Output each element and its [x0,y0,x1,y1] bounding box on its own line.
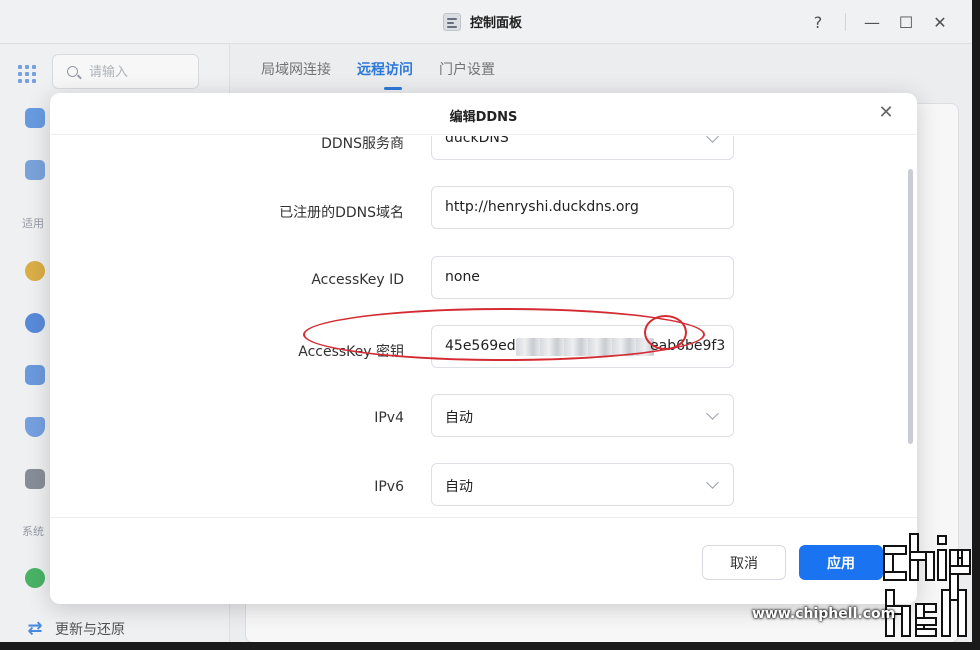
dialog-footer: 取消 应用 [50,517,917,604]
dialog-title: 编辑DDNS [449,110,518,125]
annotation-highlight-chevron [644,315,687,350]
ipv4-value: 自动 [445,410,473,426]
control-panel-window: 控制面板 ? — ☐ ✕ 适用 系统 ⇄ 更新与还原 局域网连接 [0,0,972,642]
chevron-down-icon [706,476,719,489]
ipv6-value: 自动 [445,479,473,495]
close-icon[interactable]: ✕ [876,103,896,123]
provider-select[interactable]: duckDNS [431,136,734,160]
dialog-scrollbar[interactable] [906,136,914,517]
dialog-header: 编辑DDNS ✕ [50,93,917,135]
domain-value: http://henryshi.duckdns.org [445,199,639,215]
access-key-id-label: AccessKey ID [311,272,404,288]
watermark-text: www.chiphell.com [752,606,896,622]
chevron-down-icon [706,136,719,143]
ipv6-select[interactable]: 自动 [431,463,734,506]
chiphell-logo [883,533,971,637]
access-key-id-input[interactable]: none [431,256,734,299]
ipv6-label: IPv6 [374,479,404,495]
ipv4-select[interactable]: 自动 [431,394,734,437]
provider-label: DDNS服务商 [321,136,404,152]
domain-label: 已注册的DDNS域名 [279,205,404,221]
access-key-id-value: none [445,269,480,285]
cancel-button[interactable]: 取消 [702,545,786,580]
scrollbar-thumb[interactable] [908,169,913,444]
provider-value: duckDNS [445,136,509,146]
chevron-down-icon[interactable] [706,407,719,420]
domain-input[interactable]: http://henryshi.duckdns.org [431,186,734,229]
ipv4-label: IPv4 [374,410,404,426]
apply-button[interactable]: 应用 [799,545,883,580]
